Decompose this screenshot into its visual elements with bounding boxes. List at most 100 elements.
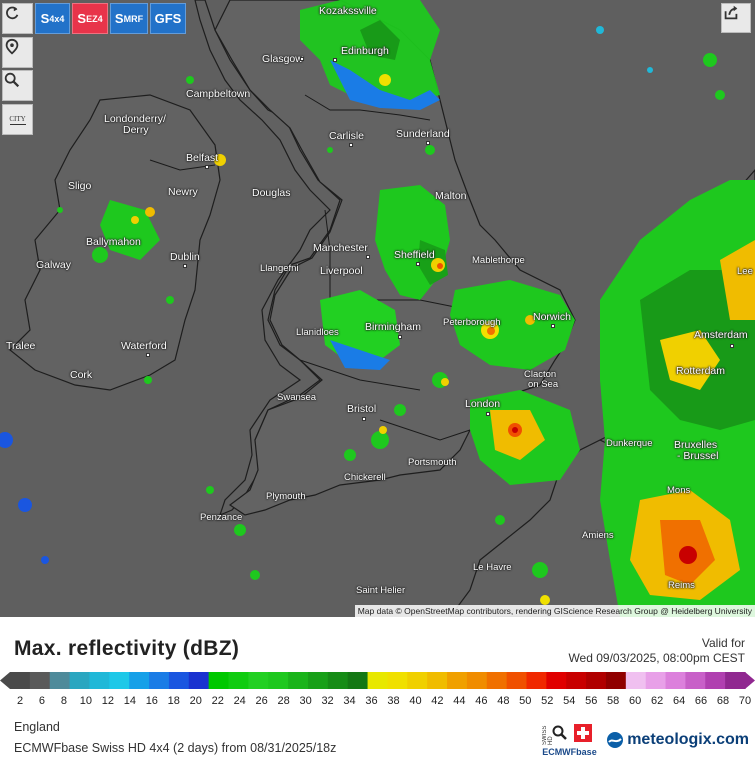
scale-swatch	[546, 672, 567, 689]
scale-swatch	[248, 672, 269, 689]
city-toggle-strike	[9, 123, 26, 125]
city-label: Dunkerque	[606, 438, 653, 449]
scale-tick-label: 8	[60, 695, 67, 707]
scale-swatch	[149, 672, 170, 689]
model-button-main: S	[40, 11, 50, 26]
city-dot	[426, 141, 430, 145]
city-label: Waterford	[121, 340, 167, 352]
scale-swatch	[188, 672, 210, 689]
city-label: Le Havre	[473, 562, 512, 573]
valid-time: Wed 09/03/2025, 08:00pm CEST	[568, 651, 745, 665]
scale-tick-label: 24	[233, 695, 246, 707]
city-label: Edinburgh	[341, 45, 389, 57]
city-label: Sligo	[68, 180, 92, 192]
city-label: Penzance	[200, 512, 243, 523]
city-toggle-button[interactable]: CITY	[2, 104, 33, 135]
city-label: Glasgow	[262, 53, 303, 65]
city-label: Plymouth	[266, 491, 306, 502]
city-label: Galway	[36, 259, 72, 271]
model-button-s4x4[interactable]: S 4x4	[35, 3, 70, 34]
city-label: Peterborough	[443, 317, 501, 328]
city-label: Birmingham	[365, 321, 422, 333]
meteologix-icon	[607, 732, 624, 748]
city-label: Amiens	[582, 530, 614, 541]
city-label: Saint Helier	[356, 585, 406, 596]
scale-tick-label: 28	[277, 695, 290, 707]
scale-swatch	[327, 672, 349, 689]
city-label: London	[465, 398, 501, 410]
city-label: Derry	[123, 124, 149, 136]
scale-tick-label: 56	[585, 695, 598, 707]
city-dot	[349, 143, 353, 147]
city-label: - Brussel	[677, 450, 719, 462]
scale-swatch	[427, 672, 448, 689]
city-dot	[366, 255, 370, 259]
scale-swatch	[307, 672, 329, 689]
city-label: Llangefni	[260, 263, 299, 274]
refresh-button[interactable]	[2, 3, 33, 34]
city-label: Amsterdam	[694, 329, 748, 341]
city-dot	[205, 165, 209, 169]
scale-swatch	[625, 672, 647, 689]
scale-tick-label: 62	[650, 695, 664, 707]
scale-tick-label: 58	[607, 695, 620, 707]
scale-tick-label: 14	[123, 695, 136, 707]
city-label: Cork	[70, 369, 93, 381]
scale-tick-label: 68	[716, 695, 730, 707]
scale-tick-label: 22	[211, 695, 224, 707]
zoom-button[interactable]	[2, 70, 33, 101]
city-label: Manchester	[313, 242, 368, 254]
color-scale	[0, 672, 755, 689]
scale-swatch	[566, 672, 587, 689]
city-dot	[486, 412, 490, 416]
meteologix-logo[interactable]: meteologix.com	[606, 731, 749, 749]
scale-swatch	[288, 672, 309, 689]
scale-swatch	[466, 672, 488, 689]
scale-swatch	[10, 672, 31, 689]
scale-swatch	[109, 672, 130, 689]
city-label: Mons	[667, 485, 691, 496]
scale-swatch	[685, 672, 706, 689]
swiss-flag-icon	[574, 724, 593, 742]
radar-map[interactable]: Kozakssville Glasgow Edinburgh Campbelto…	[0, 0, 755, 617]
share-button[interactable]	[721, 3, 751, 33]
city-label: Malton	[435, 190, 467, 202]
scale-tick-label: 30	[299, 695, 312, 707]
city-label: Carlisle	[329, 130, 365, 142]
scale-right-arrow	[745, 672, 755, 689]
scale-tick-label: 64	[672, 695, 686, 707]
scale-swatch	[407, 672, 428, 689]
legend-panel: Max. reflectivity (dBZ) Valid for Wed 09…	[0, 617, 755, 763]
scale-tick-label: 54	[563, 695, 576, 707]
city-label: Llanidloes	[296, 327, 339, 338]
scale-swatch	[447, 672, 468, 689]
city-label: Liverpool	[320, 265, 363, 277]
scale-tick-label: 2	[16, 695, 24, 707]
city-label: Portsmouth	[408, 457, 457, 468]
city-label: Dublin	[170, 251, 200, 263]
scale-swatch	[228, 672, 249, 689]
city-dot	[300, 57, 304, 61]
scale-tick-label: 16	[145, 695, 158, 707]
refresh-icon	[6, 6, 19, 20]
scale-tick-label: 42	[431, 695, 444, 707]
city-label: Bristol	[347, 403, 377, 415]
city-label: Mablethorpe	[472, 255, 525, 266]
locate-button[interactable]	[2, 37, 33, 68]
legend-title: Max. reflectivity (dBZ)	[14, 637, 240, 660]
scale-swatch	[347, 672, 369, 689]
model-button-gfs[interactable]: GFS	[150, 3, 186, 34]
zoom-icon	[4, 72, 20, 88]
city-label: Norwich	[533, 311, 571, 323]
model-button-sez4[interactable]: S EZ4	[72, 3, 108, 34]
scale-swatch	[665, 672, 686, 689]
model-button-smrf[interactable]: S MRF	[110, 3, 148, 34]
scale-swatch	[725, 672, 746, 689]
scale-swatch	[486, 672, 508, 689]
scale-tick-label: 32	[321, 695, 334, 707]
scale-tick-label: 50	[519, 695, 532, 707]
city-label: Newry	[168, 186, 198, 198]
scale-tick-label: 46	[475, 695, 488, 707]
map-canvas	[0, 0, 755, 617]
city-label: on Sea	[528, 379, 559, 390]
